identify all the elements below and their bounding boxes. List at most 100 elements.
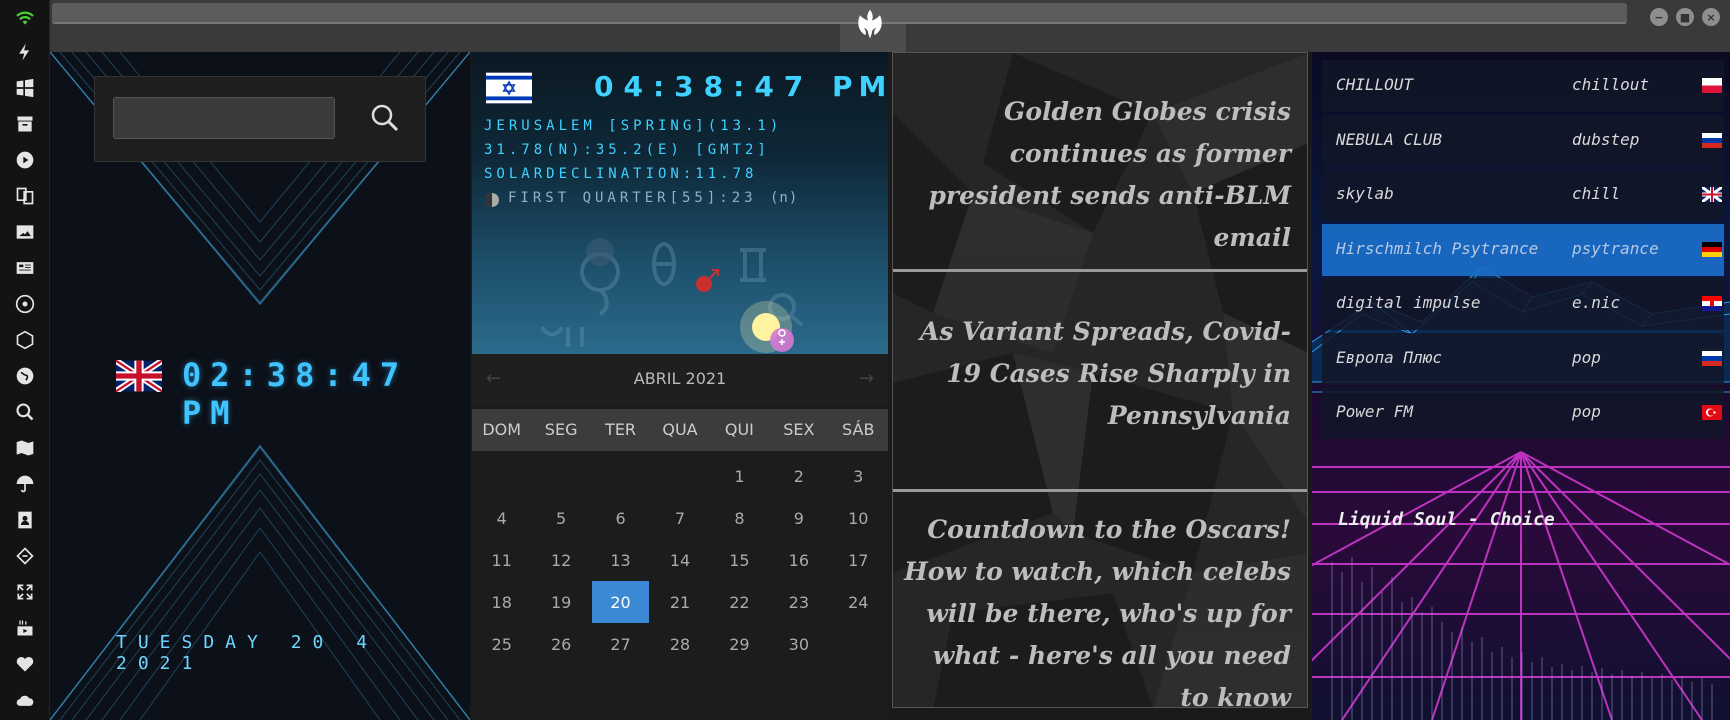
wifi-icon[interactable] [13, 6, 37, 30]
lightning-icon[interactable] [13, 40, 37, 64]
station-row[interactable]: digital impulse e.nic [1322, 278, 1724, 330]
station-name: Hirschmilch Psytrance [1336, 238, 1539, 258]
next-month-button[interactable]: → [859, 368, 874, 389]
moon-phase-suffix: (n) [770, 190, 799, 206]
station-name: NEBULA CLUB [1336, 129, 1442, 149]
news-divider [893, 269, 1307, 272]
station-genre: dubstep [1572, 129, 1640, 149]
calendar-day[interactable]: 6 [591, 497, 650, 539]
calendar-day[interactable]: 21 [650, 581, 709, 623]
calendar-weekdays: DOM SEG TER QUA QUI SEX SÁB [472, 409, 888, 451]
expand-icon[interactable] [13, 580, 37, 604]
location-line: JERUSALEM [SPRING](13.1) [484, 118, 783, 134]
calendar-day[interactable]: 11 [472, 539, 531, 581]
youtube-icon[interactable] [13, 616, 37, 640]
maximize-button[interactable]: ■ [1676, 8, 1694, 26]
radio-panel: CHILLOUT chillout NEBULA CLUB dubstep skylab… [1312, 52, 1730, 720]
map-icon[interactable] [13, 436, 37, 460]
calendar-day[interactable]: 9 [769, 497, 828, 539]
station-row[interactable]: NEBULA CLUB dubstep [1322, 114, 1724, 167]
israel-ampm: PM [832, 70, 888, 103]
calendar-day[interactable]: 27 [591, 623, 650, 665]
moon-phase-icon [485, 193, 499, 207]
uk-time: 02:38:47 PM [182, 356, 409, 432]
station-row[interactable]: Power FM pop [1322, 387, 1724, 439]
weekday-label: SEX [783, 420, 815, 439]
poland-flag-icon [1702, 78, 1722, 93]
minimize-button[interactable]: − [1650, 8, 1668, 26]
ticket-icon[interactable] [13, 544, 37, 568]
calendar-day[interactable]: 10 [829, 497, 888, 539]
astronomy-calendar-panel: 04:38:47 PM JERUSALEM [SPRING](13.1) 31.… [472, 52, 888, 720]
title-bar: − ■ × [50, 0, 1730, 52]
israel-flag-icon [486, 72, 532, 104]
calendar-day[interactable]: 13 [591, 539, 650, 581]
search-icon[interactable] [13, 400, 37, 424]
calendar-day[interactable]: 5 [531, 497, 590, 539]
news-icon[interactable] [13, 256, 37, 280]
station-row[interactable]: skylab chill [1322, 169, 1724, 221]
calendar-day[interactable]: 4 [472, 497, 531, 539]
search-button[interactable] [370, 103, 400, 133]
calendar-day[interactable]: 17 [829, 539, 888, 581]
hex-icon[interactable] [13, 328, 37, 352]
weekday-label: QUA [662, 420, 698, 439]
calendar-grid: 1 2 3 4 5 6 7 8 9 10 11 12 13 14 15 16 17 18 19 20 21 22 23 24 2… [472, 455, 888, 665]
rebel-alliance-icon [858, 9, 882, 39]
address-bar[interactable] [52, 3, 1627, 24]
news-item-2[interactable]: As Variant Spreads, Covid-19 Cases Rise … [893, 311, 1307, 437]
croatia-flag-icon [1702, 296, 1722, 311]
calendar-day[interactable]: 7 [650, 497, 709, 539]
uk-flag-icon [1702, 187, 1722, 202]
translate-icon[interactable] [13, 184, 37, 208]
germany-flag-icon [1702, 241, 1722, 257]
calendar-day-today[interactable]: 20 [591, 581, 650, 623]
calendar-day[interactable]: 30 [769, 623, 828, 665]
calendar-day[interactable]: 8 [710, 497, 769, 539]
calendar-blank [591, 455, 650, 497]
search-input[interactable] [113, 97, 335, 139]
calendar-day[interactable]: 2 [769, 455, 828, 497]
calendar-day[interactable]: 16 [769, 539, 828, 581]
archive-icon[interactable] [13, 112, 37, 136]
station-genre: pop [1572, 347, 1601, 367]
umbrella-icon[interactable] [13, 472, 37, 496]
atom-icon[interactable] [13, 292, 37, 316]
calendar-day[interactable]: 22 [710, 581, 769, 623]
calendar-day[interactable]: 3 [829, 455, 888, 497]
world-clock-panel: 02:38:47 PM TUESDAY 20 4 2021 [50, 52, 470, 720]
globe-icon[interactable] [13, 364, 37, 388]
weekday-label: QUI [724, 420, 754, 439]
calendar-day[interactable]: 19 [531, 581, 590, 623]
calendar-day[interactable]: 26 [531, 623, 590, 665]
windows-icon[interactable] [13, 76, 37, 100]
calendar-day[interactable]: 14 [650, 539, 709, 581]
calendar-day[interactable]: 23 [769, 581, 828, 623]
weekday-label: DOM [482, 420, 522, 439]
calendar-day[interactable]: 15 [710, 539, 769, 581]
station-row[interactable]: CHILLOUT chillout [1322, 60, 1724, 112]
weekday-label: SÁB [842, 420, 875, 439]
station-row[interactable]: Hirschmilch Psytrance psytrance [1322, 223, 1724, 276]
news-item-1[interactable]: Golden Globes crisis continues as former… [893, 91, 1307, 259]
calendar-day[interactable]: 25 [472, 623, 531, 665]
calendar-day[interactable]: 28 [650, 623, 709, 665]
calendar-day[interactable]: 24 [829, 581, 888, 623]
news-item-3[interactable]: Countdown to the Oscars! How to watch, w… [893, 509, 1307, 707]
contacts-icon[interactable] [13, 508, 37, 532]
calendar-day[interactable]: 1 [710, 455, 769, 497]
image-icon[interactable] [13, 220, 37, 244]
play-icon[interactable] [13, 148, 37, 172]
calendar-day[interactable]: 12 [531, 539, 590, 581]
station-genre: pop [1572, 402, 1601, 421]
cloud-icon[interactable] [13, 688, 37, 712]
close-button[interactable]: × [1702, 8, 1720, 26]
calendar-day[interactable]: 18 [472, 581, 531, 623]
calendar-day[interactable]: 29 [710, 623, 769, 665]
station-name: CHILLOUT [1336, 75, 1414, 94]
turkey-flag-icon [1702, 405, 1722, 420]
now-playing: Liquid Soul - Choice [1338, 509, 1555, 530]
station-name: Европа Плюс [1336, 347, 1442, 367]
station-row[interactable]: Европа Плюс pop [1322, 332, 1724, 385]
heart-icon[interactable] [13, 652, 37, 676]
